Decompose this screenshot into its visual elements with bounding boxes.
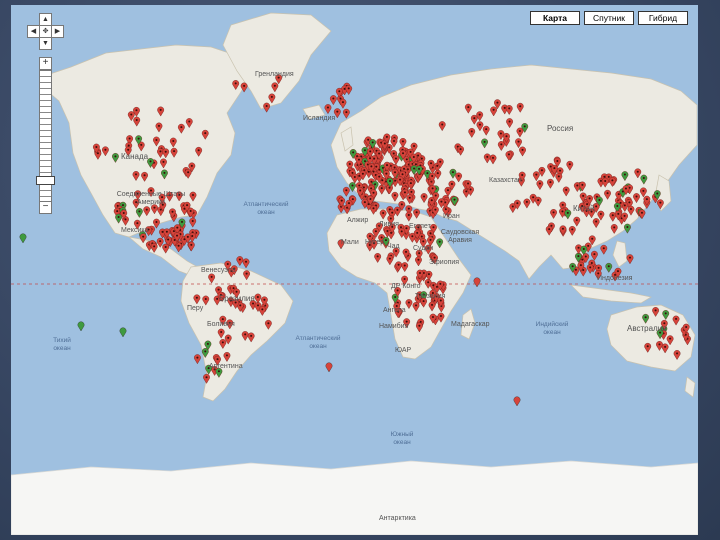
map-type-selector: Карта Спутник Гибрид [530,11,688,25]
label-iceland: Исландия [303,115,336,122]
label-venezuela: Венесуэла [201,267,236,274]
map-marker[interactable] [345,85,353,96]
map-marker[interactable] [153,218,160,229]
map-marker[interactable] [119,327,127,338]
map-marker[interactable] [626,254,634,265]
map-marker[interactable] [605,263,613,273]
map-marker[interactable] [339,98,347,109]
label-iran: Иран [443,213,460,220]
label-tanzania: Танзания [415,293,446,300]
map-type-button-hybrid[interactable]: Гибрид [638,11,688,25]
label-egypt: Египет [409,223,431,230]
map-marker[interactable] [19,233,27,244]
land-australia [606,304,696,372]
label-greenland: Гренландия [255,71,294,78]
map-marker[interactable] [513,396,521,407]
label-brazil: Бразилия [219,294,255,303]
zoom-out-button[interactable]: − [39,201,52,214]
zoom-slider-thumb[interactable] [36,176,55,186]
label-namibia: Намибия [379,323,409,330]
map-marker[interactable] [263,102,271,113]
map-marker[interactable] [600,244,608,255]
label-indian: Индийский океан [535,321,569,336]
map-marker[interactable] [638,209,646,220]
label-mexico: Мексика [121,227,149,234]
label-angola: Ангола [383,307,406,314]
world-map[interactable]: Гренландия Исландия Россия Канада Соедин… [11,5,698,535]
map-type-button-map[interactable]: Карта [530,11,580,25]
map-canvas[interactable] [11,5,698,535]
label-russia: Россия [547,124,574,133]
label-chad: Чад [387,243,400,250]
map-marker[interactable] [324,104,332,115]
map-marker[interactable] [342,186,350,197]
map-marker[interactable] [187,241,195,252]
label-atlantic-north: Атлантический океан [243,201,289,216]
label-southern: Южный океан [390,431,414,446]
map-marker[interactable] [194,354,201,365]
map-marker[interactable] [329,95,337,106]
label-niger: Нигер [365,239,385,246]
label-bolivia: Боливия [207,321,235,328]
label-indonesia: Индонезия [597,275,633,282]
map-type-button-satellite[interactable]: Спутник [584,11,634,25]
label-china: Китай [573,204,595,213]
label-kazakhstan: Казахстан [489,177,522,184]
label-argentina: Аргентина [209,363,243,370]
pan-right-button[interactable]: ▶ [51,25,64,38]
pan-down-button[interactable]: ▼ [39,37,52,50]
label-pacific: Тихий океан [53,337,71,352]
map-marker[interactable] [586,264,594,274]
label-australia: Австралия [627,324,667,333]
label-drc: ДР Конго [391,283,421,290]
label-libya: Ливия [379,221,399,228]
label-usa: Соединенные Штаты Америки [116,191,186,206]
map-marker[interactable] [624,223,631,234]
map-marker[interactable] [591,250,598,261]
land-philippines [612,240,628,268]
map-marker[interactable] [236,256,244,267]
map-marker[interactable] [189,217,197,228]
label-ethiopia: Эфиопия [429,259,460,266]
zoom-in-button[interactable]: + [39,57,52,70]
land-new-zealand [684,376,696,398]
map-marker[interactable] [325,362,333,373]
label-algeria: Алжир [347,217,369,224]
label-saudi: Саудовская Аравия [440,229,480,244]
land-antarctica [11,460,698,535]
label-canada: Канада [121,152,149,161]
land-indonesia [570,284,652,304]
label-antarctica: Антарктика [379,515,416,522]
label-sar: ЮАР [395,347,412,354]
map-marker[interactable] [242,258,250,269]
label-atlantic-south: Атлантический океан [295,335,341,350]
map-marker[interactable] [342,108,350,119]
label-mali: Мали [341,239,359,246]
label-sudan: Судан [413,245,434,252]
map-marker[interactable] [473,277,481,288]
label-peru: Перу [187,305,204,312]
label-madagascar: Мадагаскар [451,321,490,328]
map-marker[interactable] [77,321,85,332]
